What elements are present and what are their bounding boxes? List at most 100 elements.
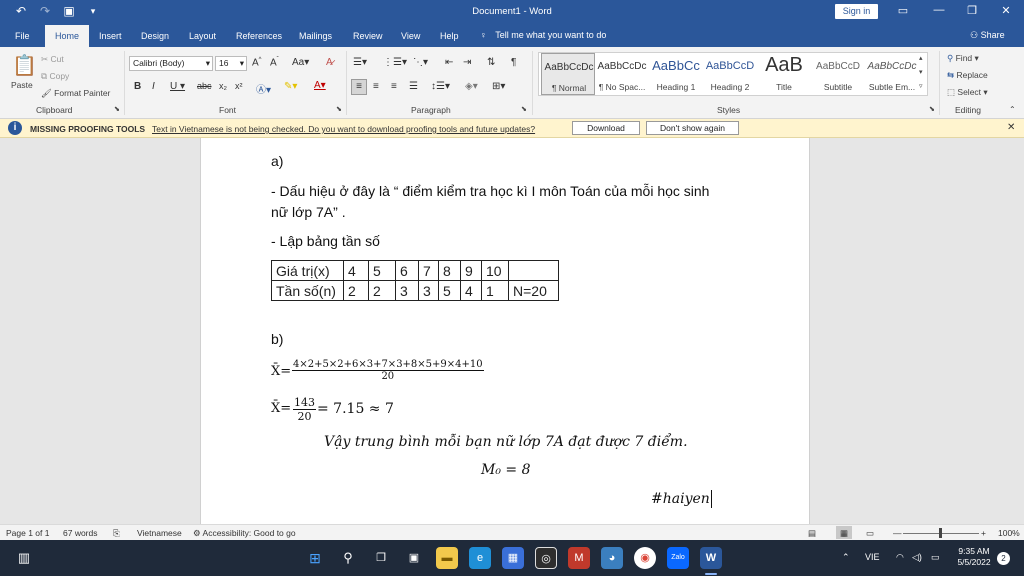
tray-chevron-icon[interactable]: ⌃ bbox=[842, 552, 850, 563]
font-size-combo[interactable]: 16 ▾ bbox=[215, 56, 247, 71]
mcafee-icon[interactable]: M bbox=[568, 547, 590, 569]
shrink-font-icon[interactable]: Aˇ bbox=[270, 57, 279, 68]
increase-indent-icon[interactable]: ⇥ bbox=[463, 57, 471, 68]
word-icon[interactable]: W bbox=[700, 547, 722, 569]
numbering-icon[interactable]: ⋮☰▾ bbox=[383, 57, 407, 68]
font-color-icon[interactable]: A▾ bbox=[314, 80, 326, 91]
zoom-slider-thumb[interactable] bbox=[939, 528, 942, 538]
format-painter-button[interactable]: 🖌 Format Painter bbox=[41, 88, 110, 99]
styles-scroll-down-icon[interactable]: ▾ bbox=[919, 68, 923, 76]
paste-icon[interactable]: 📋 bbox=[12, 53, 37, 78]
tab-references[interactable]: References bbox=[236, 31, 282, 41]
minimize-icon[interactable]: — bbox=[929, 4, 949, 16]
style-no-spacing[interactable]: AaBbCcDc ¶ No Spac... bbox=[595, 53, 649, 95]
sort-icon[interactable]: ⇅ bbox=[487, 57, 495, 68]
input-language[interactable]: VIE bbox=[865, 552, 880, 562]
tell-me-search[interactable]: ♀ Tell me what you want to do bbox=[480, 30, 606, 40]
superscript-icon[interactable]: x² bbox=[235, 81, 243, 91]
chat-icon[interactable]: ▣ bbox=[403, 547, 425, 569]
notification-badge[interactable]: 2 bbox=[997, 552, 1010, 565]
style-subtitle[interactable]: AaBbCcD Subtitle bbox=[811, 53, 865, 95]
paragraph-launcher-icon[interactable]: ⬊ bbox=[521, 105, 527, 113]
subscript-icon[interactable]: x₂ bbox=[219, 81, 227, 91]
styles-more-icon[interactable]: ▿ bbox=[919, 82, 923, 90]
search-icon[interactable]: ⚲ bbox=[337, 547, 359, 569]
system-clock[interactable]: 9:35 AM 5/5/2022 bbox=[954, 546, 994, 568]
share-button[interactable]: ⚇ Share bbox=[970, 30, 1005, 41]
accessibility-status[interactable]: ⚙ Accessibility: Good to go bbox=[193, 528, 296, 539]
widgets-icon[interactable]: ▥ bbox=[13, 547, 35, 569]
ribbon-display-icon[interactable]: ▭ bbox=[893, 4, 913, 17]
style-title[interactable]: AaB Title bbox=[757, 53, 811, 95]
task-view-icon[interactable]: ❐ bbox=[370, 547, 392, 569]
close-icon[interactable]: ✕ bbox=[996, 4, 1016, 17]
windows-start-icon[interactable]: ⊞ bbox=[304, 547, 326, 569]
shading-icon[interactable]: ◈▾ bbox=[465, 81, 478, 92]
sign-in-button[interactable]: Sign in bbox=[835, 4, 878, 19]
chrome-icon[interactable]: ◉ bbox=[634, 547, 656, 569]
zoom-out-icon[interactable]: — bbox=[893, 528, 902, 538]
text-effects-icon[interactable]: Ⓐ▾ bbox=[256, 81, 271, 96]
bullets-icon[interactable]: ☰▾ bbox=[353, 57, 367, 68]
styles-scroll-up-icon[interactable]: ▴ bbox=[919, 54, 923, 62]
show-marks-icon[interactable]: ¶ bbox=[511, 57, 516, 68]
tab-review[interactable]: Review bbox=[353, 31, 383, 41]
restore-icon[interactable]: ❐ bbox=[962, 4, 982, 17]
proofing-icon[interactable]: ⎘ bbox=[113, 528, 120, 539]
tab-mailings[interactable]: Mailings bbox=[299, 31, 332, 41]
clipboard-launcher-icon[interactable]: ⬊ bbox=[114, 105, 120, 113]
app-icon[interactable]: ◕ bbox=[601, 547, 623, 569]
style-subtle-emphasis[interactable]: AaBbCcDc Subtle Em... bbox=[865, 53, 919, 95]
styles-launcher-icon[interactable]: ⬊ bbox=[929, 105, 935, 113]
justify-icon[interactable]: ☰ bbox=[409, 81, 418, 92]
multilevel-list-icon[interactable]: ⋱▾ bbox=[413, 57, 428, 68]
zalo-icon[interactable]: Zalo bbox=[667, 547, 689, 569]
tab-help[interactable]: Help bbox=[440, 31, 459, 41]
change-case-icon[interactable]: Aa▾ bbox=[292, 57, 309, 68]
tab-layout[interactable]: Layout bbox=[189, 31, 216, 41]
align-center-icon[interactable]: ≡ bbox=[373, 81, 379, 92]
message-link[interactable]: Text in Vietnamese is not being checked.… bbox=[152, 124, 535, 134]
tab-design[interactable]: Design bbox=[141, 31, 169, 41]
underline-icon[interactable]: U ▾ bbox=[170, 81, 185, 92]
style-heading-1[interactable]: AaBbCc Heading 1 bbox=[649, 53, 703, 95]
dont-show-again-button[interactable]: Don't show again bbox=[646, 121, 739, 135]
language-indicator[interactable]: Vietnamese bbox=[137, 528, 182, 538]
print-layout-icon[interactable]: ▦ bbox=[836, 526, 852, 539]
replace-button[interactable]: ⇆ Replace bbox=[947, 70, 988, 81]
store-icon[interactable]: ▦ bbox=[502, 547, 524, 569]
web-layout-icon[interactable]: ▭ bbox=[866, 528, 874, 539]
tab-insert[interactable]: Insert bbox=[99, 31, 122, 41]
tab-file[interactable]: File bbox=[15, 31, 30, 41]
strikethrough-icon[interactable]: abc bbox=[197, 81, 212, 91]
select-button[interactable]: ⬚ Select ▾ bbox=[947, 87, 988, 98]
read-mode-icon[interactable]: ▤ bbox=[808, 528, 816, 539]
bold-icon[interactable]: B bbox=[134, 81, 141, 92]
style-normal[interactable]: AaBbCcDc ¶ Normal bbox=[541, 53, 595, 95]
volume-icon[interactable]: ◁) bbox=[912, 552, 922, 563]
font-launcher-icon[interactable]: ⬊ bbox=[336, 105, 342, 113]
edge-icon[interactable]: e bbox=[469, 547, 491, 569]
find-button[interactable]: ⚲ Find ▾ bbox=[947, 53, 979, 64]
clear-formatting-icon[interactable]: A̷ bbox=[326, 57, 333, 68]
file-explorer-icon[interactable]: ▬ bbox=[436, 547, 458, 569]
zoom-in-icon[interactable]: + bbox=[981, 528, 986, 538]
tab-home[interactable]: Home bbox=[45, 25, 90, 47]
style-heading-2[interactable]: AaBbCcD Heading 2 bbox=[703, 53, 757, 95]
page-count[interactable]: Page 1 of 1 bbox=[6, 528, 49, 538]
copy-button[interactable]: ⧉ Copy bbox=[41, 71, 69, 82]
align-left-icon[interactable]: ≡ bbox=[351, 79, 367, 95]
tab-view[interactable]: View bbox=[401, 31, 420, 41]
zoom-level[interactable]: 100% bbox=[998, 528, 1020, 538]
align-right-icon[interactable]: ≡ bbox=[391, 81, 397, 92]
wifi-icon[interactable]: ◠ bbox=[896, 552, 904, 563]
close-icon[interactable]: ✕ bbox=[1007, 122, 1015, 133]
paste-label[interactable]: Paste bbox=[11, 80, 33, 90]
cut-button[interactable]: ✂ Cut bbox=[41, 54, 64, 65]
highlight-icon[interactable]: ✎▾ bbox=[284, 81, 297, 92]
battery-icon[interactable]: ▭ bbox=[931, 552, 940, 563]
font-name-combo[interactable]: Calibri (Body) ▾ bbox=[129, 56, 213, 71]
italic-icon[interactable]: I bbox=[152, 81, 155, 92]
grow-font-icon[interactable]: A^ bbox=[252, 57, 262, 68]
collapse-ribbon-icon[interactable]: ⌃ bbox=[1009, 105, 1016, 114]
